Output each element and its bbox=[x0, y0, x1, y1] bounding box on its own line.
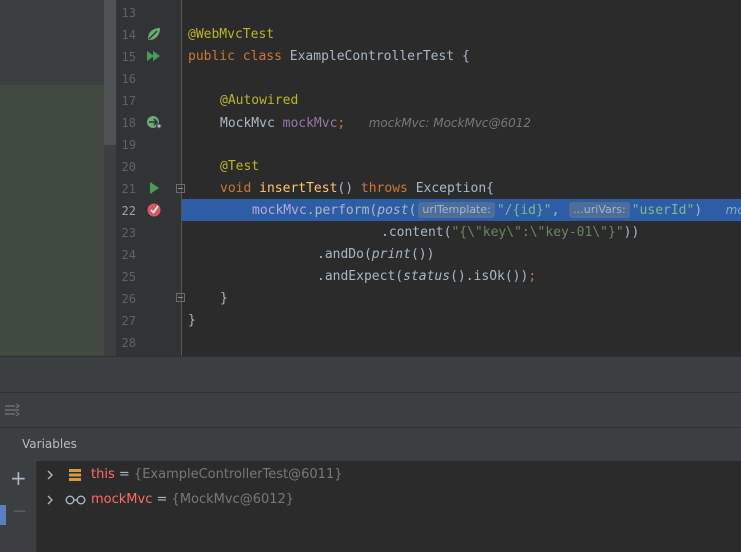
variable-name: mockMvc bbox=[91, 492, 153, 507]
line-number: 14 bbox=[121, 28, 136, 42]
code-line-15: public class ExampleControllerTest { bbox=[188, 46, 470, 68]
line-number: 28 bbox=[121, 336, 136, 350]
brace: } bbox=[188, 313, 196, 328]
param-hint: urlTemplate: bbox=[418, 202, 495, 218]
variables-header bbox=[0, 427, 741, 462]
method-name: insertTest bbox=[259, 181, 338, 196]
static-method: post bbox=[377, 203, 409, 218]
settings-toggle-icon[interactable] bbox=[4, 403, 20, 417]
variable-equals: = bbox=[156, 492, 168, 507]
code-line-18: MockMvc mockMvc; mockMvc: MockMvc@6012 bbox=[220, 112, 531, 135]
spring-bean-icon[interactable] bbox=[146, 26, 162, 42]
variable-equals: = bbox=[118, 467, 130, 482]
method-call: .andExpect( bbox=[317, 269, 404, 284]
chevron-right-icon[interactable] bbox=[45, 494, 55, 506]
keyword: class bbox=[242, 49, 282, 64]
paren: ) bbox=[694, 203, 703, 218]
line-number: 17 bbox=[121, 94, 136, 108]
code-line-17: @Autowired bbox=[220, 90, 298, 112]
exception-type: Exception{ bbox=[415, 181, 494, 196]
code-line-21: void insertTest() throws Exception{ bbox=[220, 178, 494, 200]
static-method: print bbox=[371, 247, 411, 262]
line-number: 27 bbox=[121, 314, 136, 328]
code-line-26: } bbox=[220, 288, 228, 310]
inline-debug-value: mockMvc: MockMvc@6012 bbox=[368, 116, 532, 130]
string-literal: "userId" bbox=[631, 203, 695, 218]
variable-value: {MockMvc@6012} bbox=[171, 492, 295, 507]
line-number: 16 bbox=[121, 72, 136, 86]
add-watch-button[interactable]: + bbox=[10, 467, 27, 489]
keyword: throws bbox=[360, 181, 408, 196]
autowired-bean-icon[interactable] bbox=[146, 114, 162, 130]
run-test-class-icon[interactable] bbox=[146, 48, 162, 64]
inline-debug-value: mc bbox=[725, 203, 741, 217]
variable-name: this bbox=[91, 467, 115, 482]
static-method: status bbox=[403, 269, 451, 284]
debug-toolbar bbox=[0, 392, 741, 427]
run-test-icon[interactable] bbox=[146, 180, 162, 196]
line-number: 20 bbox=[121, 160, 136, 174]
code-line-27: } bbox=[188, 310, 196, 332]
semicolon: ; bbox=[528, 269, 537, 284]
remove-watch-button[interactable]: − bbox=[12, 501, 27, 523]
breakpoint-icon[interactable] bbox=[146, 202, 162, 218]
watch-glasses-icon bbox=[65, 495, 86, 505]
project-scrollbar-thumb[interactable] bbox=[104, 0, 116, 145]
line-number-current: 22 bbox=[121, 204, 136, 218]
variables-sidebar: + − bbox=[0, 461, 37, 552]
method-call: .andDo( bbox=[317, 247, 372, 262]
project-scrollbar-track bbox=[104, 145, 116, 356]
line-number: 26 bbox=[121, 292, 136, 306]
field-name: mockMvc bbox=[282, 116, 338, 131]
code-line-14: @WebMvcTest bbox=[188, 24, 274, 46]
debug-tool-header bbox=[0, 356, 741, 393]
line-number: 21 bbox=[121, 182, 136, 196]
fold-collapse-icon[interactable] bbox=[176, 184, 185, 193]
line-number: 19 bbox=[121, 138, 136, 152]
side-tab-indicator bbox=[0, 505, 6, 525]
project-panel bbox=[0, 0, 104, 356]
paren: ()) bbox=[410, 247, 435, 262]
variable-value: {ExampleControllerTest@6011} bbox=[133, 467, 343, 482]
fold-end-icon[interactable] bbox=[176, 293, 185, 302]
code-line-22: mockMvc.perform(post(urlTemplate: "/{id}"… bbox=[252, 199, 741, 222]
type-name: MockMvc bbox=[220, 116, 275, 131]
paren: ( bbox=[408, 203, 417, 218]
method-call: .perform( bbox=[306, 203, 378, 218]
paren: )) bbox=[623, 225, 640, 240]
annotation: @WebMvcTest bbox=[188, 27, 275, 42]
line-number: 23 bbox=[121, 226, 136, 240]
code-line-25: .andExpect(status().isOk()); bbox=[317, 266, 536, 288]
keyword: void bbox=[220, 181, 252, 196]
string-literal: "/{id}" bbox=[496, 203, 552, 218]
brace: } bbox=[220, 291, 228, 306]
annotation: @Test bbox=[220, 159, 260, 174]
class-name: ExampleControllerTest bbox=[289, 49, 455, 64]
code-line-20: @Test bbox=[220, 156, 259, 178]
string-literal: "{\"key\":\"key-01\"}" bbox=[451, 225, 624, 240]
field-name: mockMvc bbox=[252, 203, 307, 218]
keyword: public bbox=[188, 49, 235, 64]
annotation: @Autowired bbox=[220, 93, 299, 108]
line-number: 15 bbox=[121, 50, 136, 64]
variables-title: Variables bbox=[22, 437, 77, 451]
line-number: 24 bbox=[121, 248, 136, 262]
code-line-24: .andDo(print()) bbox=[317, 244, 434, 266]
semicolon: ; bbox=[337, 116, 346, 131]
comma: , bbox=[551, 203, 560, 218]
field-icon bbox=[69, 469, 81, 481]
method-chain: ().isOk()) bbox=[450, 269, 529, 284]
line-number: 18 bbox=[121, 116, 136, 130]
code-line-23: .content("{\"key\":\"key-01\"}")) bbox=[381, 222, 639, 244]
line-number: 13 bbox=[121, 6, 136, 20]
params: () bbox=[337, 181, 354, 196]
brace: { bbox=[461, 49, 470, 64]
line-number: 25 bbox=[121, 270, 136, 284]
project-panel-selection bbox=[0, 85, 104, 356]
param-hint: ...uriVars: bbox=[569, 202, 630, 218]
method-call: .content( bbox=[381, 225, 452, 240]
chevron-right-icon[interactable] bbox=[45, 469, 55, 481]
